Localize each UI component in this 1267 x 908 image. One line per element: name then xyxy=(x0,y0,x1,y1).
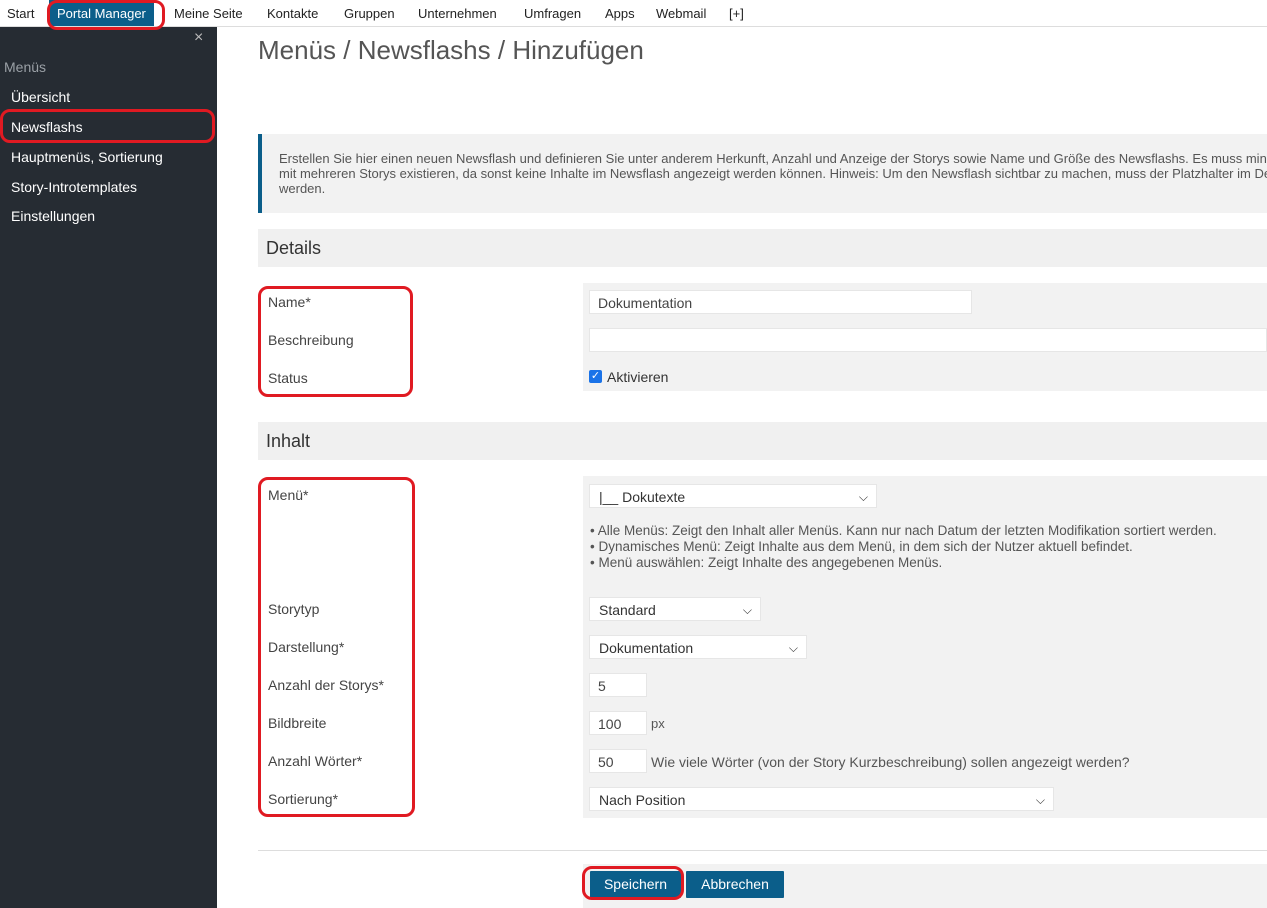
sidebar-item-newsflashs[interactable]: Newsflashs xyxy=(11,119,83,135)
anzahl-storys-label: Anzahl der Storys* xyxy=(268,677,384,693)
nav-unternehmen[interactable]: Unternehmen xyxy=(418,0,497,26)
chevron-down-icon: ⌵ xyxy=(742,603,752,617)
nav-portal-manager[interactable]: Portal Manager xyxy=(49,0,154,26)
status-label: Status xyxy=(268,370,308,386)
cancel-button[interactable]: Abbrechen xyxy=(686,871,784,898)
nav-kontakte[interactable]: Kontakte xyxy=(267,0,318,26)
sidebar-heading: Menüs xyxy=(4,59,47,75)
name-label: Name* xyxy=(268,294,311,310)
darstellung-label: Darstellung* xyxy=(268,639,345,655)
bildbreite-unit: px xyxy=(651,716,665,731)
list-item: • Dynamisches Menü: Zeigt Inhalte aus de… xyxy=(590,539,1133,554)
nav-add[interactable]: [+] xyxy=(729,0,744,26)
anzahl-woerter-input[interactable]: 50 xyxy=(589,749,647,773)
info-box: Erstellen Sie hier einen neuen Newsflash… xyxy=(258,134,1267,213)
nav-start[interactable]: Start xyxy=(7,0,34,26)
sortierung-label: Sortierung* xyxy=(268,791,339,807)
sidebar-item-story-introtemplates[interactable]: Story-Introtemplates xyxy=(11,179,137,195)
menu-label: Menü* xyxy=(268,487,309,503)
darstellung-select[interactable]: Dokumentation ⌵ xyxy=(589,635,807,659)
bildbreite-input[interactable]: 100 xyxy=(589,711,647,735)
storytyp-label: Storytyp xyxy=(268,601,320,617)
save-button[interactable]: Speichern xyxy=(590,871,681,898)
chevron-down-icon: ⌵ xyxy=(858,490,868,504)
sidebar-item-hauptmenues[interactable]: Hauptmenüs, Sortierung xyxy=(11,149,163,165)
menu-help-list: • Alle Menüs: Zeigt den Inhalt aller Men… xyxy=(590,523,1217,571)
section-details: Details xyxy=(258,229,1267,267)
sidebar-item-einstellungen[interactable]: Einstellungen xyxy=(11,208,95,224)
darstellung-select-value: Dokumentation xyxy=(599,640,694,656)
storytyp-select[interactable]: Standard ⌵ xyxy=(589,597,761,621)
sortierung-select[interactable]: Nach Position ⌵ xyxy=(589,787,1054,811)
section-inhalt-heading: Inhalt xyxy=(266,431,311,451)
top-navigation: Start Portal Manager Meine Seite Kontakt… xyxy=(0,0,1267,27)
sortierung-select-value: Nach Position xyxy=(599,792,686,808)
nav-gruppen[interactable]: Gruppen xyxy=(344,0,395,26)
section-details-heading: Details xyxy=(266,238,322,258)
bildbreite-label: Bildbreite xyxy=(268,715,327,731)
status-checkbox[interactable]: ✓ xyxy=(589,370,602,383)
close-icon[interactable]: × xyxy=(194,29,203,47)
sidebar-item-uebersicht[interactable]: Übersicht xyxy=(11,89,70,105)
info-text: Erstellen Sie hier einen neuen Newsflash… xyxy=(279,151,1267,196)
list-item: • Menü auswählen: Zeigt Inhalte des ange… xyxy=(590,555,943,570)
storytyp-select-value: Standard xyxy=(599,602,656,618)
sidebar: × Menüs Übersicht Newsflashs Hauptmenüs,… xyxy=(0,27,217,908)
description-label: Beschreibung xyxy=(268,332,354,348)
anzahl-storys-input[interactable]: 5 xyxy=(589,673,647,697)
status-checkbox-label: Aktivieren xyxy=(607,369,669,385)
name-input[interactable]: Dokumentation xyxy=(589,290,972,314)
nav-apps[interactable]: Apps xyxy=(605,0,635,26)
anzahl-woerter-help: Wie viele Wörter (von der Story Kurzbesc… xyxy=(651,754,1130,770)
divider xyxy=(258,850,1267,851)
page-title: Menüs / Newsflashs / Hinzufügen xyxy=(258,35,644,65)
chevron-down-icon: ⌵ xyxy=(788,641,798,655)
nav-meine-seite[interactable]: Meine Seite xyxy=(174,0,243,26)
list-item: • Alle Menüs: Zeigt den Inhalt aller Men… xyxy=(590,523,1217,538)
anzahl-woerter-label: Anzahl Wörter* xyxy=(268,753,363,769)
nav-umfragen[interactable]: Umfragen xyxy=(524,0,581,26)
description-input[interactable] xyxy=(589,328,1267,352)
nav-webmail[interactable]: Webmail xyxy=(656,0,706,26)
chevron-down-icon: ⌵ xyxy=(1035,793,1045,807)
menu-select-value: |__ Dokutexte xyxy=(599,489,686,505)
menu-select[interactable]: |__ Dokutexte ⌵ xyxy=(589,484,877,508)
section-inhalt: Inhalt xyxy=(258,422,1267,460)
